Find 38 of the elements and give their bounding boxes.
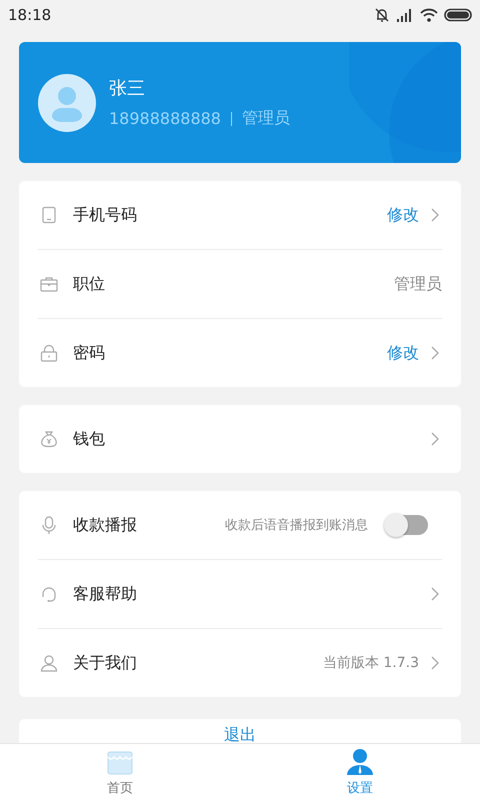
tab[interactable]: 设置 [240,744,480,800]
edit-link[interactable]: 修改 [387,342,419,364]
battery-icon [444,8,472,22]
lock-icon [40,344,58,362]
edit-link[interactable]: 修改 [387,204,419,226]
row-value: 当前版本 1.7.3 [322,654,419,672]
person-icon [345,748,375,776]
row-label: 收款播报 [73,514,138,536]
briefcase-icon [40,275,58,293]
tab[interactable]: 首页 [0,744,240,800]
status-time: 18:18 [8,6,52,24]
logout-button[interactable]: 退出 [19,719,461,743]
user-role: 管理员 [242,108,290,129]
microphone-icon [40,516,58,534]
row-label: 客服帮助 [73,584,138,604]
chevron-icon[interactable] [431,346,439,360]
row-label: 关于我们 [73,652,138,674]
avatar-icon [38,74,96,132]
row-value: 管理员 [394,274,442,294]
user-name: 张三 [109,77,146,100]
phone-icon [40,206,58,224]
person-icon [40,654,58,672]
row-label: 密码 [73,342,106,364]
chevron-icon[interactable] [431,432,439,446]
row-description: 收款后语音播报到账消息 [225,517,368,534]
phone-number: 18988888888 [109,109,221,128]
signal-icon [396,8,414,22]
row-label: 钱包 [73,428,106,450]
toggle-switch[interactable] [386,515,428,535]
row-label: 手机号码 [73,204,138,226]
chevron-icon[interactable] [431,587,439,601]
chevron-icon[interactable] [431,656,439,670]
wifi-icon [420,8,438,22]
muted-bell-icon [374,7,390,23]
headset-icon [40,585,58,603]
chevron-icon[interactable] [431,208,439,222]
money-bag-icon [40,430,58,448]
row-label: 职位 [73,274,106,294]
